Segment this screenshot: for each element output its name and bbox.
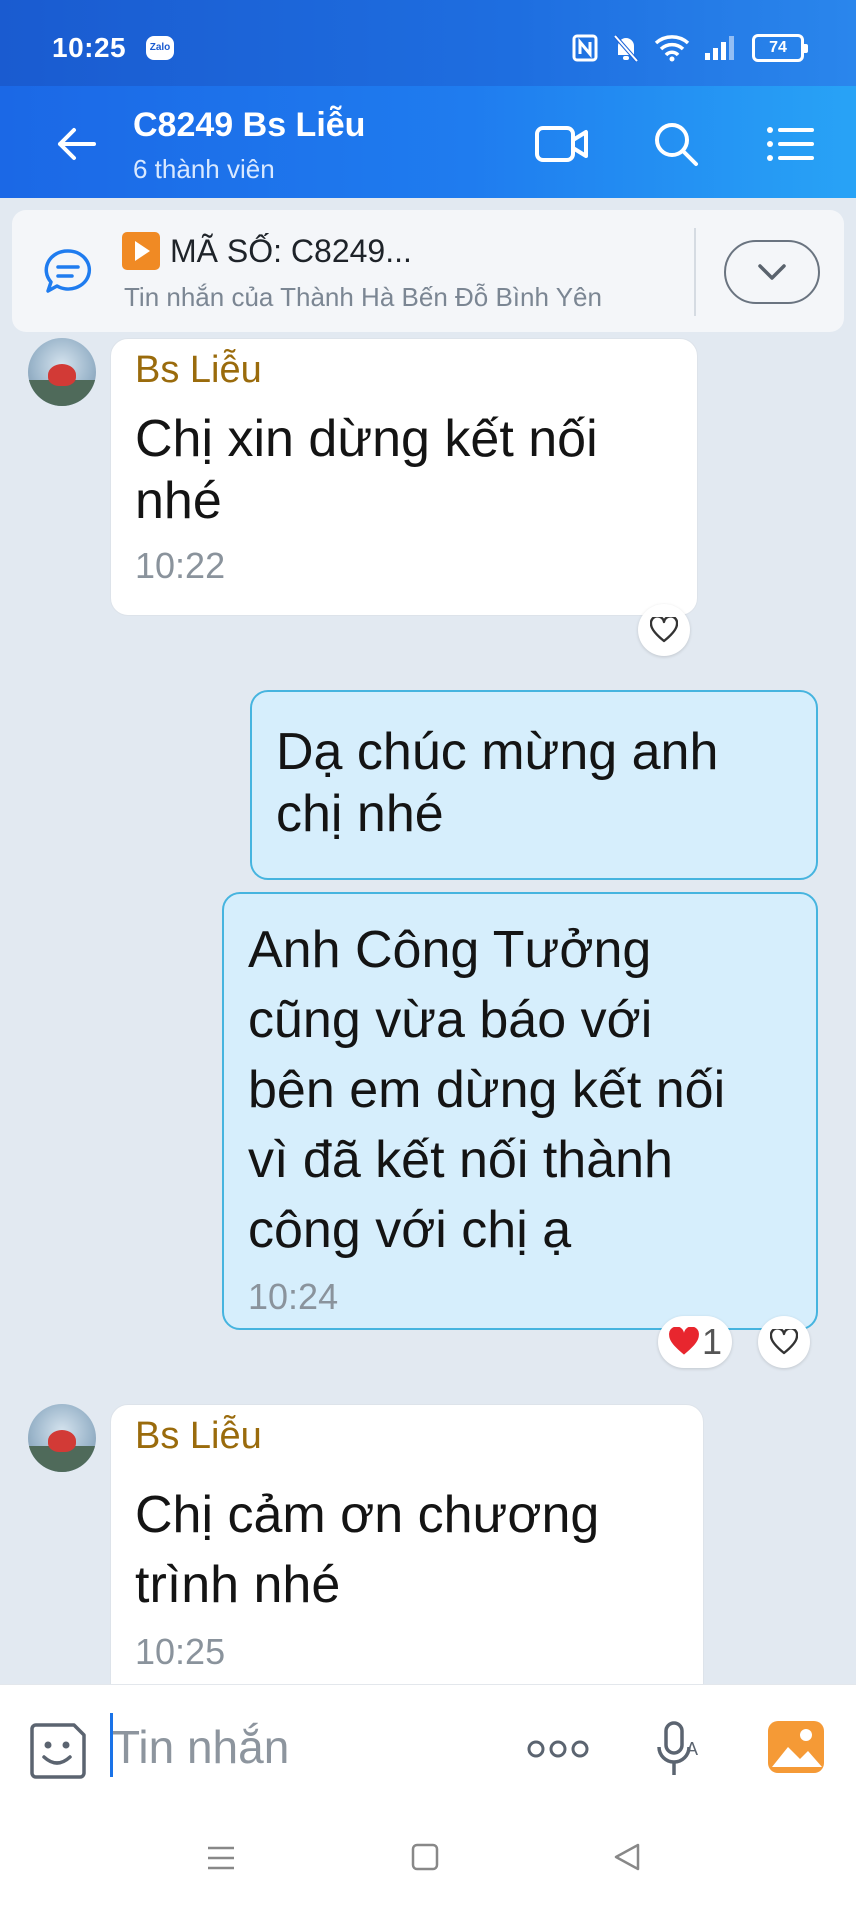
message-text-line: Chị cảm ơn chương <box>135 1486 600 1544</box>
message-time: 10:24 <box>248 1276 339 1317</box>
message-text-line: nhé <box>135 472 222 530</box>
outgoing-message-bubble[interactable]: Dạ chúc mừng anh chị nhé <box>250 690 818 880</box>
sender-name: Bs Liễu <box>135 1415 262 1457</box>
zalo-app-icon: Zalo <box>146 36 174 60</box>
message-time: 10:22 <box>135 545 226 586</box>
member-count[interactable]: 6 thành viên <box>133 154 275 185</box>
message-text-line: bên em dừng kết nối <box>248 1061 726 1119</box>
incoming-message-bubble[interactable]: Bs Liễu Chị xin dừng kết nối nhé 10:22 <box>110 338 698 616</box>
menu-list-icon[interactable] <box>762 118 818 170</box>
message-text-line: công với chị ạ <box>248 1201 572 1259</box>
message-text-line: vì đã kết nối thành <box>248 1131 673 1189</box>
message-text-line: cũng vừa báo với <box>248 991 653 1049</box>
message-input[interactable] <box>112 1715 472 1779</box>
react-heart-button[interactable] <box>758 1316 810 1368</box>
message-time: 10:25 <box>135 1631 226 1672</box>
pinned-title: MÃ SỐ: C8249... <box>122 232 412 270</box>
outgoing-message-bubble[interactable]: Anh Công Tưởng cũng vừa báo với bên em d… <box>222 892 818 1330</box>
status-time: 10:25 <box>52 32 127 63</box>
home-icon[interactable] <box>410 1842 440 1872</box>
heart-filled-icon <box>669 1327 699 1355</box>
reaction-count: 1 <box>702 1321 723 1362</box>
group-title[interactable]: C8249 Bs Liễu <box>133 106 365 145</box>
sender-name: Bs Liễu <box>135 349 262 391</box>
heart-outline-icon <box>770 1329 798 1355</box>
message-text-line: trình nhé <box>135 1556 341 1614</box>
pinned-subtitle: Tin nhắn của Thành Hà Bến Đỗ Bình Yên <box>124 282 602 312</box>
nfc-icon <box>572 34 598 62</box>
message-composer: A <box>0 1684 856 1816</box>
message-text-line: chị nhé <box>276 785 444 843</box>
message-text-line: Anh Công Tưởng <box>248 921 652 979</box>
divider <box>694 228 696 316</box>
pinned-message-bar[interactable]: MÃ SỐ: C8249... Tin nhắn của Thành Hà Bế… <box>12 210 844 332</box>
back-arrow-icon[interactable] <box>52 120 100 168</box>
recent-apps-icon[interactable] <box>206 1844 236 1872</box>
expand-pinned-button[interactable] <box>724 240 820 304</box>
message-text-line: Dạ chúc mừng anh <box>276 723 719 781</box>
wifi-icon <box>654 35 690 62</box>
more-options-icon[interactable] <box>526 1737 590 1761</box>
chevron-down-icon <box>758 264 786 280</box>
pinned-title-text: MÃ SỐ: C8249... <box>170 232 412 269</box>
message-text-line: Chị xin dừng kết nối <box>135 410 598 468</box>
chat-header: C8249 Bs Liễu 6 thành viên <box>0 86 856 198</box>
emoji-sticker-icon[interactable] <box>28 1721 88 1781</box>
svg-text:A: A <box>686 1739 698 1759</box>
battery-icon: 74 <box>752 34 808 62</box>
microphone-icon[interactable]: A <box>654 1719 702 1781</box>
mute-bell-icon <box>613 34 639 63</box>
status-icons: 74 <box>572 30 808 66</box>
status-bar: 10:25 Zalo 74 <box>0 0 856 86</box>
react-heart-button[interactable] <box>638 604 690 656</box>
reaction-summary[interactable]: 1 <box>658 1316 733 1368</box>
play-icon <box>122 232 160 270</box>
incoming-message-bubble[interactable]: Bs Liễu Chị cảm ơn chương trình nhé 10:2… <box>110 1404 704 1704</box>
heart-outline-icon <box>650 617 678 643</box>
chat-bubble-icon <box>44 249 92 293</box>
search-icon[interactable] <box>648 118 704 170</box>
video-call-icon[interactable] <box>534 118 590 170</box>
sender-avatar[interactable] <box>28 1404 96 1472</box>
back-nav-icon[interactable] <box>612 1842 642 1872</box>
image-gallery-icon[interactable] <box>766 1717 826 1777</box>
sender-avatar[interactable] <box>28 338 96 406</box>
signal-icon <box>705 36 734 60</box>
system-navigation-bar <box>0 1816 856 1912</box>
